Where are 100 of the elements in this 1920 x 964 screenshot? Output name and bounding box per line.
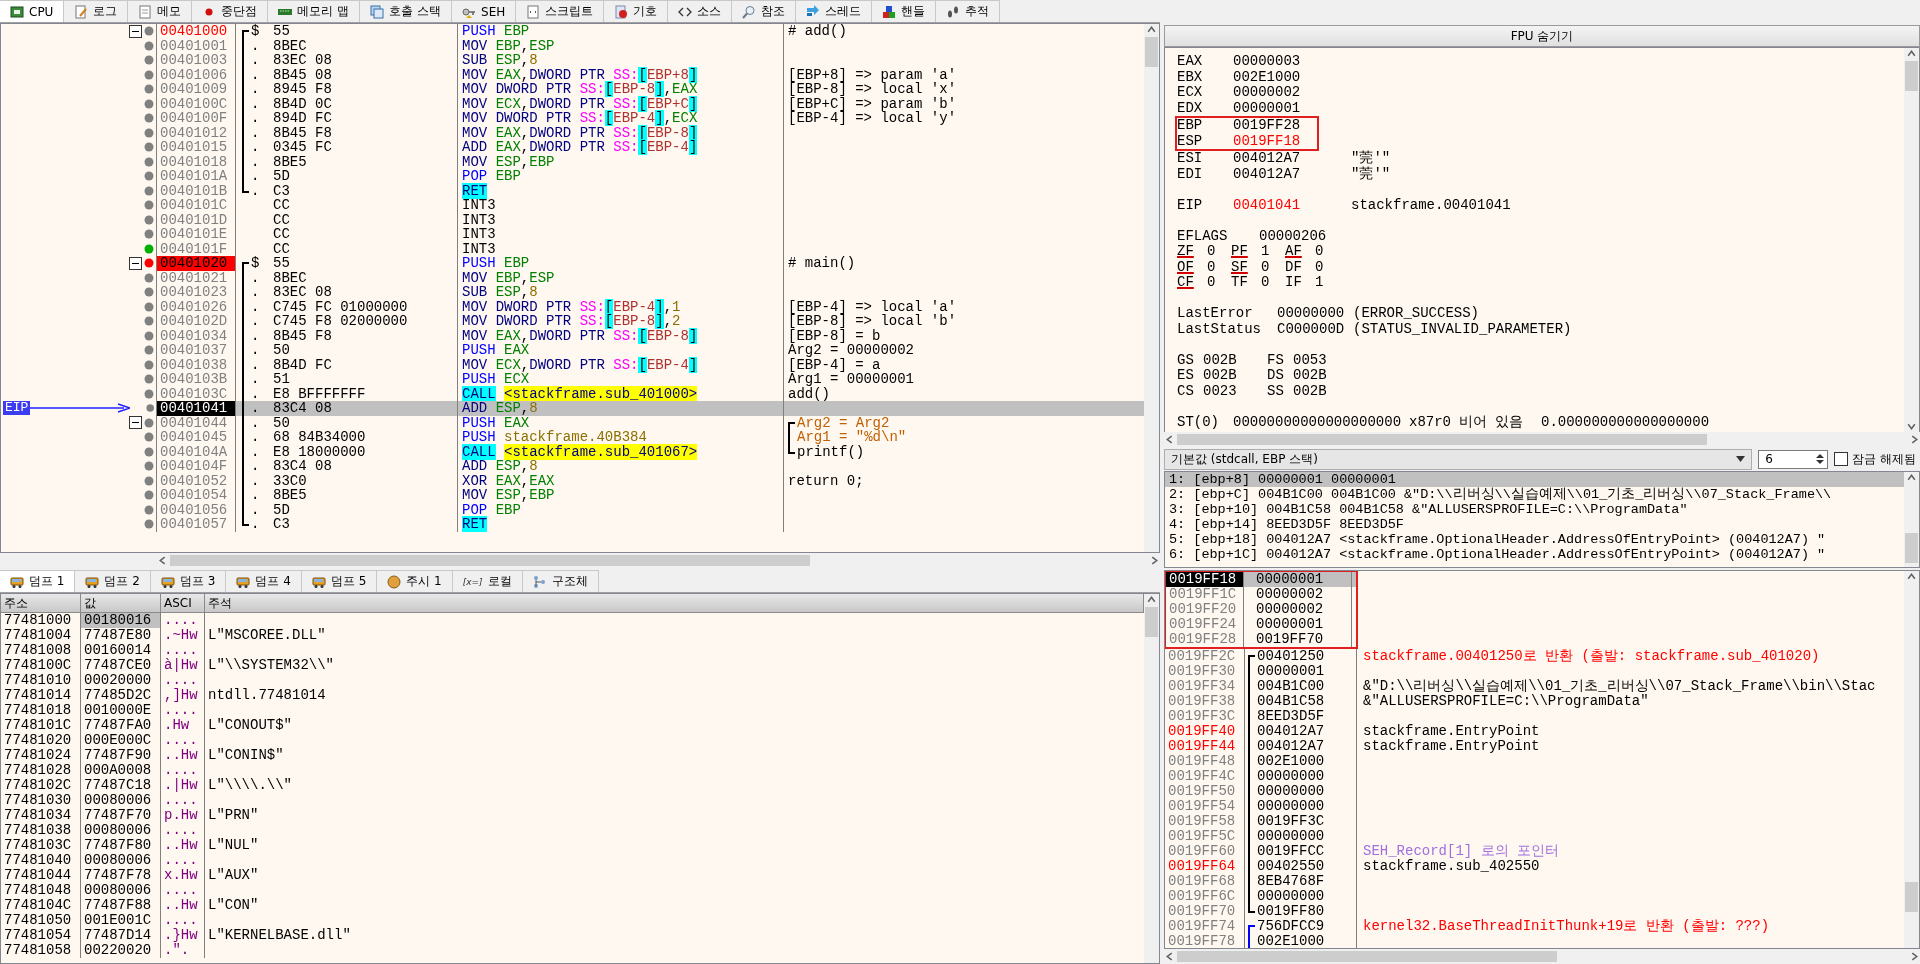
marker-dot[interactable] <box>144 345 154 356</box>
flag-value[interactable]: 0 <box>1261 259 1285 275</box>
view-tab[interactable]: 스레드 <box>796 0 873 22</box>
marker-dot[interactable] <box>144 84 154 95</box>
vertical-scrollbar[interactable] <box>1904 48 1919 432</box>
segment-value[interactable]: 002B <box>1293 383 1357 399</box>
column-header[interactable]: 값 <box>81 594 161 613</box>
scrollbar-thumb[interactable] <box>1145 607 1158 637</box>
register-value[interactable]: 004012A7 <box>1233 151 1351 167</box>
register-value[interactable]: 002E1000 <box>1233 69 1351 85</box>
scrollbar-thumb[interactable] <box>1905 61 1918 91</box>
argument-row[interactable]: 3: [ebp+10] 004B1C58 004B1C58 &"ALLUSERSPROFILE=C:\\ProgramData" <box>1165 502 1904 517</box>
register-value[interactable]: 00000206 <box>1259 228 1327 244</box>
marker-dot[interactable] <box>144 171 154 182</box>
segment-value[interactable]: 002B <box>1203 352 1267 368</box>
marker-dot[interactable] <box>144 388 154 399</box>
view-tab[interactable]: 메모리 맵 <box>268 0 361 22</box>
chevron-right-icon[interactable] <box>1909 434 1920 445</box>
view-tab[interactable]: 호출 스택 <box>360 0 453 22</box>
chevron-up-icon[interactable] <box>1146 24 1157 35</box>
marker-dot[interactable] <box>144 26 154 37</box>
register-value[interactable]: 00000002 <box>1233 85 1351 101</box>
vertical-scrollbar[interactable] <box>1904 472 1919 567</box>
marker-dot[interactable] <box>144 316 154 327</box>
marker-dot[interactable] <box>144 200 154 211</box>
view-tab[interactable]: CPU <box>0 0 65 22</box>
dump-tab[interactable]: 덤프 5 <box>301 570 378 592</box>
marker-dot[interactable] <box>144 258 154 269</box>
scrollbar-thumb[interactable] <box>1177 434 1707 445</box>
scrollbar-thumb[interactable] <box>1177 951 1557 962</box>
marker-dot[interactable] <box>145 403 154 414</box>
flag-value[interactable]: 0 <box>1207 244 1231 260</box>
view-tab[interactable]: 참조 <box>732 0 797 22</box>
column-header[interactable]: 주소 <box>1 594 81 613</box>
marker-dot[interactable] <box>144 301 154 312</box>
marker-dot[interactable] <box>144 446 154 457</box>
flag-value[interactable]: 0 <box>1207 259 1231 275</box>
column-header[interactable]: 주석 <box>205 594 1144 613</box>
dump-tab[interactable]: 구조체 <box>522 570 599 592</box>
vertical-scrollbar[interactable] <box>1144 24 1159 552</box>
dump-tab[interactable]: 주시 1 <box>377 570 453 592</box>
dump-tab[interactable]: 덤프 1 <box>0 570 76 592</box>
collapse-icon[interactable] <box>128 416 142 430</box>
flag-value[interactable]: 1 <box>1261 244 1285 260</box>
dump-tab[interactable]: 덤프 3 <box>150 570 227 592</box>
collapse-icon[interactable] <box>128 24 142 38</box>
marker-dot[interactable] <box>144 475 154 486</box>
convention-dropdown[interactable]: 기본값 (stdcall, EBP 스택) <box>1164 448 1753 470</box>
view-tab[interactable]: 핸들 <box>872 0 937 22</box>
marker-dot[interactable] <box>144 142 154 153</box>
argument-row[interactable]: 5: [ebp+18] 004012A7 <stackframe.OptionalHeader.AddressOfEntryPoint> (004012A7) " <box>1165 532 1904 547</box>
marker-dot[interactable] <box>144 55 154 66</box>
argument-row[interactable]: 1: [ebp+8] 00000001 00000001 <box>1165 472 1904 487</box>
marker-dot[interactable] <box>144 461 154 472</box>
argument-row[interactable]: 6: [ebp+1C] 004012A7 <stackframe.OptionalHeader.AddressOfEntryPoint> (004012A7) " <box>1165 547 1904 562</box>
register-value[interactable]: 00000003 <box>1233 54 1351 70</box>
flag-value[interactable]: 0 <box>1315 259 1339 275</box>
dump-tab[interactable]: 덤프 4 <box>226 570 302 592</box>
marker-dot[interactable] <box>144 272 154 283</box>
chevron-left-icon[interactable] <box>157 555 168 566</box>
marker-dot[interactable] <box>144 127 154 138</box>
flag-value[interactable]: 0 <box>1315 244 1339 260</box>
marker-dot[interactable] <box>144 519 154 530</box>
segment-value[interactable]: 0023 <box>1203 383 1267 399</box>
chevron-down-icon[interactable] <box>1906 421 1917 432</box>
marker-dot[interactable] <box>144 243 154 254</box>
marker-dot[interactable] <box>144 229 154 240</box>
vertical-scrollbar[interactable] <box>1904 571 1919 948</box>
view-tab[interactable]: 소스 <box>668 0 733 22</box>
scrollbar-thumb[interactable] <box>170 555 810 566</box>
flag-value[interactable]: 0 <box>1261 275 1285 291</box>
column-header[interactable]: ASCI <box>161 594 205 613</box>
view-tab[interactable]: 메모 <box>128 0 193 22</box>
lock-checkbox[interactable] <box>1834 452 1849 466</box>
scrollbar-thumb[interactable] <box>1145 37 1158 67</box>
marker-dot[interactable] <box>144 113 154 124</box>
horizontal-scrollbar[interactable] <box>1164 949 1920 964</box>
dump-tab[interactable]: 덤프 2 <box>75 570 151 592</box>
register-value[interactable]: 0019FF18 <box>1233 133 1351 149</box>
chevron-right-icon[interactable] <box>1909 951 1920 962</box>
marker-dot[interactable] <box>144 40 154 51</box>
vertical-scrollbar[interactable] <box>1144 594 1159 963</box>
argument-row[interactable]: 4: [ebp+14] 8EED3D5F 8EED3D5F <box>1165 517 1904 532</box>
marker-dot[interactable] <box>144 432 154 443</box>
marker-dot[interactable] <box>144 98 154 109</box>
chevron-up-icon[interactable] <box>1146 594 1157 605</box>
chevron-left-icon[interactable] <box>1164 951 1175 962</box>
register-value[interactable]: 00000001 <box>1233 100 1351 116</box>
marker-dot[interactable] <box>144 69 154 80</box>
dump-tab[interactable]: [x=] 로컬 <box>452 570 523 592</box>
scrollbar-thumb[interactable] <box>1905 882 1918 912</box>
marker-dot[interactable] <box>144 156 154 167</box>
register-value[interactable]: 00401041 <box>1233 197 1351 213</box>
flag-value[interactable]: 1 <box>1315 275 1339 291</box>
collapse-icon[interactable] <box>128 256 142 270</box>
marker-dot[interactable] <box>144 490 154 501</box>
horizontal-scrollbar[interactable] <box>1164 432 1920 447</box>
chevron-up-icon[interactable] <box>1906 48 1917 59</box>
marker-dot[interactable] <box>144 287 154 298</box>
count-spinner[interactable]: 6 <box>1758 449 1829 469</box>
